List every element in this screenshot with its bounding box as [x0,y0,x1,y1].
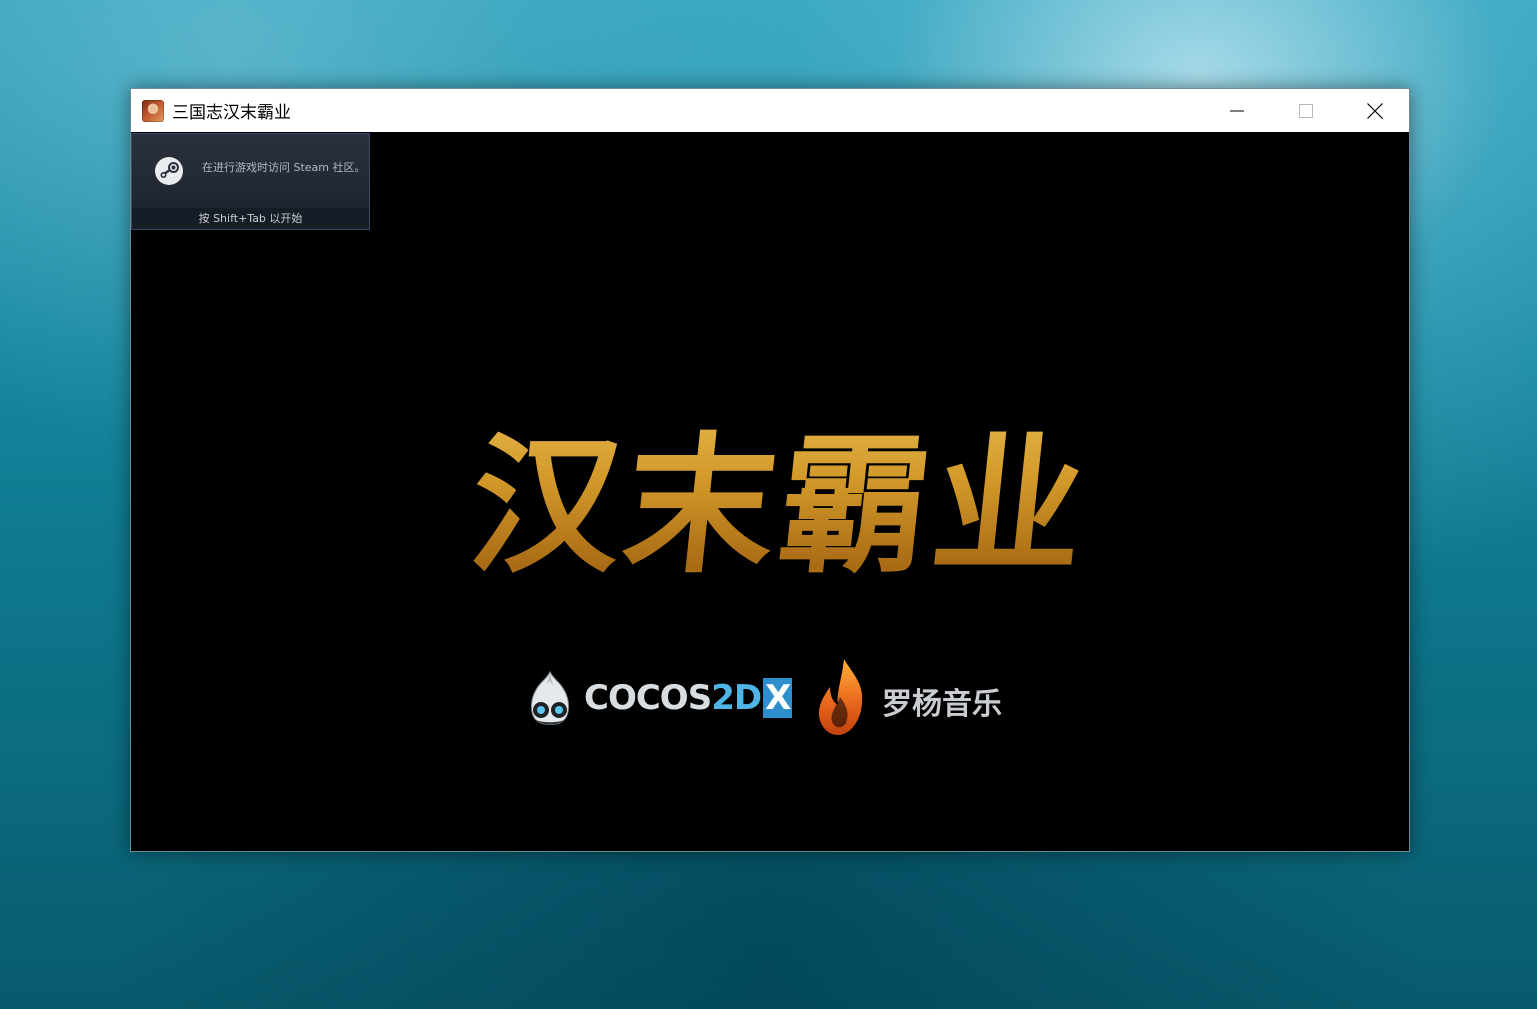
steam-icon [155,157,183,185]
steam-overlay-hint: 按 Shift+Tab 以开始 [198,212,303,225]
cocos2dx-logo: COCOS2D X [526,666,793,730]
close-icon [1366,102,1383,119]
minimize-button[interactable] [1202,89,1271,132]
game-window[interactable]: 三国志汉末霸业 汉末霸业 COCOS2D X 罗杨音乐 在进行游戏时访问 Ste… [130,88,1410,852]
luoyang-music-wordmark: 罗杨音乐 [882,687,1002,722]
steam-overlay-notification[interactable]: 在进行游戏时访问 Steam 社区。 按 Shift+Tab 以开始 [131,133,370,230]
window-title: 三国志汉末霸业 [172,103,291,123]
game-title-text: 汉末霸业 [440,343,1122,643]
cocos2dx-wordmark: COCOS2D X [584,678,793,718]
game-portrait-icon [142,99,164,122]
cocos-wordmark-2d: 2D [711,678,762,718]
steam-overlay-message: 在进行游戏时访问 Steam 社区。 [202,161,366,174]
luoyang-music-logo: 罗杨音乐 [816,657,1016,739]
cocos-mascot-icon [531,670,569,725]
title-bar[interactable]: 三国志汉末霸业 [131,89,1409,132]
game-viewport[interactable]: 汉末霸业 COCOS2D X 罗杨音乐 [131,133,1409,851]
game-title-calligraphy: 汉末霸业 [456,343,1106,643]
maximize-button[interactable] [1271,89,1340,132]
maximize-icon [1298,103,1313,118]
close-button[interactable] [1340,89,1409,132]
window-controls [1202,89,1409,132]
flame-icon [818,659,863,735]
minimize-icon [1229,110,1244,111]
cocos-wordmark-x: X [763,678,793,718]
cocos-wordmark-part: COCOS [584,678,712,718]
